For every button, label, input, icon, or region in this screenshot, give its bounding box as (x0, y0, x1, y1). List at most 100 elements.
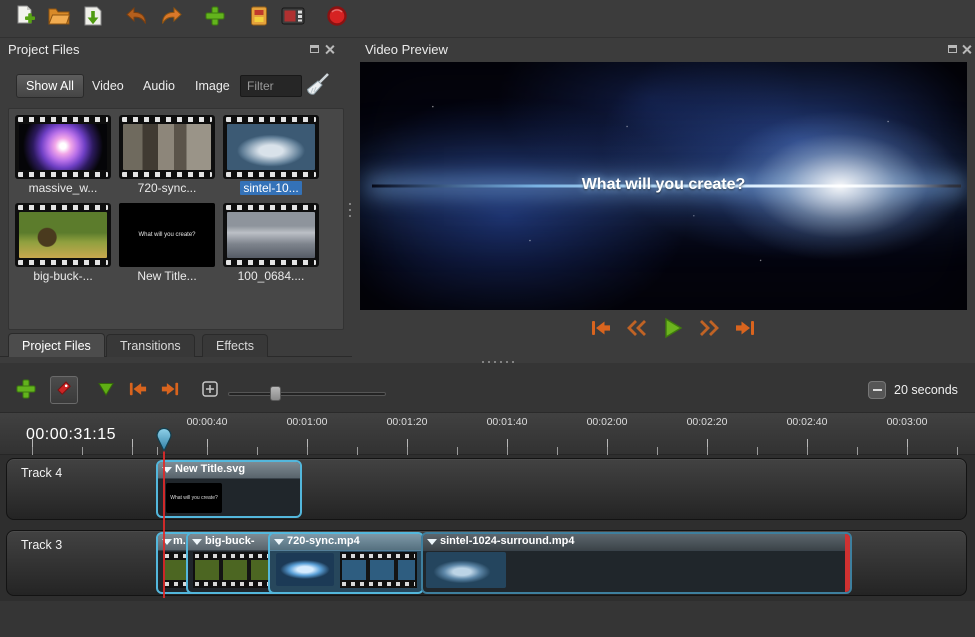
playhead-pin-icon (155, 439, 173, 456)
add-track-button[interactable] (12, 377, 40, 405)
filter-input[interactable] (240, 75, 302, 97)
clip-thumbnail (426, 552, 506, 588)
next-marker-button[interactable] (158, 380, 182, 402)
razor-tool-button[interactable] (50, 376, 78, 404)
clip-trim-end-handle[interactable] (845, 534, 850, 592)
fullscreen-button[interactable] (276, 4, 310, 34)
file-label: massive_w... (15, 181, 111, 195)
choose-profile-button[interactable] (242, 4, 276, 34)
filter-video-button[interactable]: Video (92, 79, 124, 93)
play-button[interactable] (658, 316, 688, 344)
clip-menu-caret-icon[interactable] (274, 539, 284, 545)
new-project-icon (14, 5, 36, 32)
file-thumbnail (15, 203, 111, 267)
clip-menu-caret-icon[interactable] (427, 539, 437, 545)
add-marker-button[interactable] (94, 380, 118, 402)
track-row-3[interactable]: Track 3 m... big-buck- 720-sync.mp (6, 530, 967, 596)
track-label: Track 3 (21, 538, 62, 552)
clip-title: New Title.svg (175, 463, 245, 475)
tab-project-files[interactable]: Project Files (8, 333, 105, 357)
file-item-new-title[interactable]: What will you create? New Title... (119, 203, 215, 283)
zoom-slider-handle[interactable] (270, 386, 281, 401)
file-thumbnail: What will you create? (119, 203, 215, 267)
file-thumbnail (15, 115, 111, 179)
project-files-float-button[interactable] (308, 43, 320, 55)
redo-button[interactable] (154, 4, 188, 34)
broom-icon (304, 85, 332, 102)
ruler-tick-label: 00:02:20 (687, 416, 728, 428)
clip-menu-caret-icon[interactable] (192, 539, 202, 545)
clip-title: sintel-1024-surround.mp4 (440, 535, 574, 547)
clip-thumbnail (276, 553, 334, 586)
float-icon (310, 45, 319, 53)
tracks-area: Track 4 New Title.svg What will you crea… (0, 455, 975, 601)
clip-new-title[interactable]: New Title.svg What will you create? (156, 460, 302, 518)
jump-to-start-button[interactable] (586, 316, 616, 344)
center-playhead-button[interactable] (198, 379, 222, 403)
playhead-line (163, 450, 165, 598)
tab-effects[interactable]: Effects (202, 334, 268, 357)
clip-sintel[interactable]: sintel-1024-surround.mp4 (421, 532, 852, 594)
file-thumbnail (119, 115, 215, 179)
file-item-100-0684[interactable]: 100_0684.... (223, 203, 319, 283)
track-row-4[interactable]: Track 4 New Title.svg What will you crea… (6, 458, 967, 520)
jump-to-end-button[interactable] (730, 316, 760, 344)
file-thumbnail (223, 203, 319, 267)
playhead-handle[interactable] (155, 425, 173, 457)
rewind-button[interactable] (622, 316, 652, 344)
filter-show-all-button[interactable]: Show All (16, 74, 84, 98)
ruler-tick-label: 00:01:40 (487, 416, 528, 428)
file-item-massive[interactable]: massive_w... (15, 115, 111, 195)
filter-image-button[interactable]: Image (195, 79, 230, 93)
open-project-button[interactable] (42, 4, 76, 34)
zoom-out-button[interactable] (868, 381, 886, 399)
import-files-button[interactable] (198, 4, 232, 34)
file-item-720-sync[interactable]: 720-sync... (119, 115, 215, 195)
previous-marker-icon (127, 380, 149, 403)
ruler-tick-label: 00:02:40 (787, 416, 828, 428)
jump-to-end-icon (733, 318, 757, 343)
ruler-minor-ticks (0, 447, 975, 455)
open-project-icon (47, 5, 71, 32)
file-item-sintel[interactable]: sintel-10... (223, 115, 319, 195)
project-files-close-button[interactable] (324, 43, 336, 55)
export-video-button[interactable] (320, 4, 354, 34)
ruler-tick-label: 00:02:00 (587, 416, 628, 428)
clear-filter-button[interactable] (304, 70, 334, 100)
clip-title: big-buck- (205, 535, 255, 547)
razor-icon (55, 379, 73, 402)
rewind-icon (625, 318, 649, 343)
previous-marker-button[interactable] (126, 380, 150, 402)
openshot-window: Project Files Video Preview Show All Vid… (0, 0, 975, 637)
clip-thumbnail (193, 552, 279, 588)
video-overlay-text: What will you create? (360, 176, 967, 194)
add-track-icon (15, 378, 37, 405)
video-preview-float-button[interactable] (946, 43, 958, 55)
timeline-section: 20 seconds 00:00:31:15 00:00:40 00:01:00… (0, 363, 975, 637)
file-label: big-buck-... (15, 269, 111, 283)
fast-forward-button[interactable] (694, 316, 724, 344)
undo-button[interactable] (120, 4, 154, 34)
export-video-icon (326, 5, 348, 32)
clip-720-sync[interactable]: 720-sync.mp4 (268, 532, 424, 594)
new-project-button[interactable] (8, 4, 42, 34)
fast-forward-icon (697, 318, 721, 343)
save-project-button[interactable] (76, 4, 110, 34)
add-marker-icon (97, 381, 115, 402)
clip-thumbnail: What will you create? (166, 483, 222, 513)
filter-audio-button[interactable]: Audio (143, 79, 175, 93)
video-preview-close-button[interactable] (961, 43, 973, 55)
zoom-slider-groove (228, 392, 386, 396)
vertical-splitter[interactable] (346, 60, 354, 360)
track-label: Track 4 (21, 466, 62, 480)
float-icon (948, 45, 957, 53)
zoom-slider[interactable] (228, 383, 386, 403)
title-thumb-text: What will you create? (138, 231, 195, 239)
center-playhead-icon (201, 380, 219, 403)
timeline-ruler[interactable]: 00:00:31:15 00:00:40 00:01:00 00:01:20 0… (0, 412, 975, 455)
file-item-big-buck[interactable]: big-buck-... (15, 203, 111, 283)
tab-transitions[interactable]: Transitions (106, 334, 195, 357)
close-icon (325, 44, 335, 54)
clip-filmstrip (340, 552, 417, 588)
minus-icon (873, 389, 882, 391)
